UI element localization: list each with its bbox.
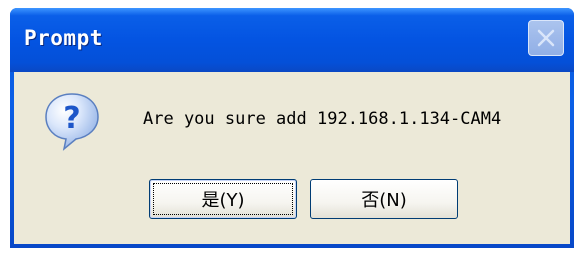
close-icon: [537, 29, 555, 47]
svg-text:?: ?: [63, 101, 80, 136]
no-button-label: 否(N): [361, 190, 407, 211]
background-strip: [0, 248, 574, 253]
focus-ring: [153, 183, 293, 215]
dialog-body: ? Are you sure add 192.168.1.134-CAM4 是(…: [14, 72, 570, 244]
window-title: Prompt: [24, 26, 103, 50]
no-button[interactable]: 否(N): [310, 179, 458, 219]
close-button[interactable]: [528, 20, 564, 56]
title-bar[interactable]: Prompt: [10, 8, 574, 72]
dialog-message: Are you sure add 192.168.1.134-CAM4: [143, 109, 502, 129]
question-icon: ?: [45, 93, 99, 151]
prompt-dialog: Prompt ? Are you sure add 192.168.1.134-…: [10, 8, 574, 248]
yes-button[interactable]: 是(Y): [149, 179, 297, 219]
